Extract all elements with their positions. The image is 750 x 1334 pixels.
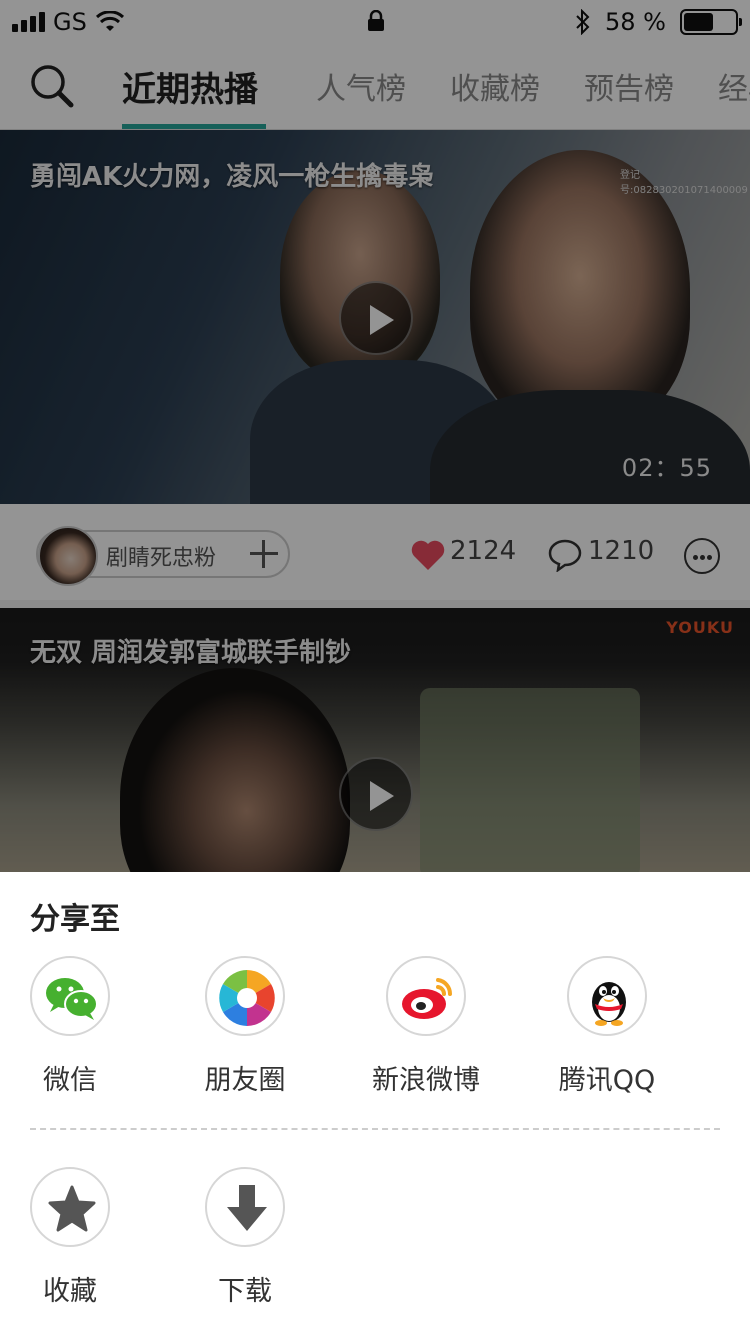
share-label-qq: 腾讯QQ	[558, 1065, 656, 1096]
share-wechat[interactable]: 微信	[0, 956, 140, 1097]
wechat-icon	[46, 978, 98, 1020]
weibo-icon	[402, 978, 453, 1019]
download-button[interactable]: 下载	[175, 1167, 315, 1308]
download-label: 下载	[218, 1276, 272, 1307]
share-moments[interactable]: 朋友圈	[175, 956, 315, 1097]
download-icon	[227, 1185, 267, 1231]
share-label-wechat: 微信	[43, 1065, 97, 1096]
share-sheet: 分享至 微信 朋友圈 新浪微博 腾讯QQ 收藏 下载	[0, 872, 750, 1334]
share-weibo[interactable]: 新浪微博	[356, 956, 496, 1097]
qq-icon	[592, 982, 626, 1026]
favorite-label: 收藏	[43, 1276, 97, 1307]
divider	[30, 1128, 720, 1130]
share-label-moments: 朋友圈	[204, 1065, 286, 1096]
star-icon	[48, 1185, 96, 1232]
moments-icon	[219, 970, 275, 1026]
favorite-button[interactable]: 收藏	[0, 1167, 140, 1308]
share-qq[interactable]: 腾讯QQ	[537, 956, 677, 1097]
share-sheet-title: 分享至	[30, 902, 120, 937]
share-label-weibo: 新浪微博	[372, 1065, 480, 1096]
